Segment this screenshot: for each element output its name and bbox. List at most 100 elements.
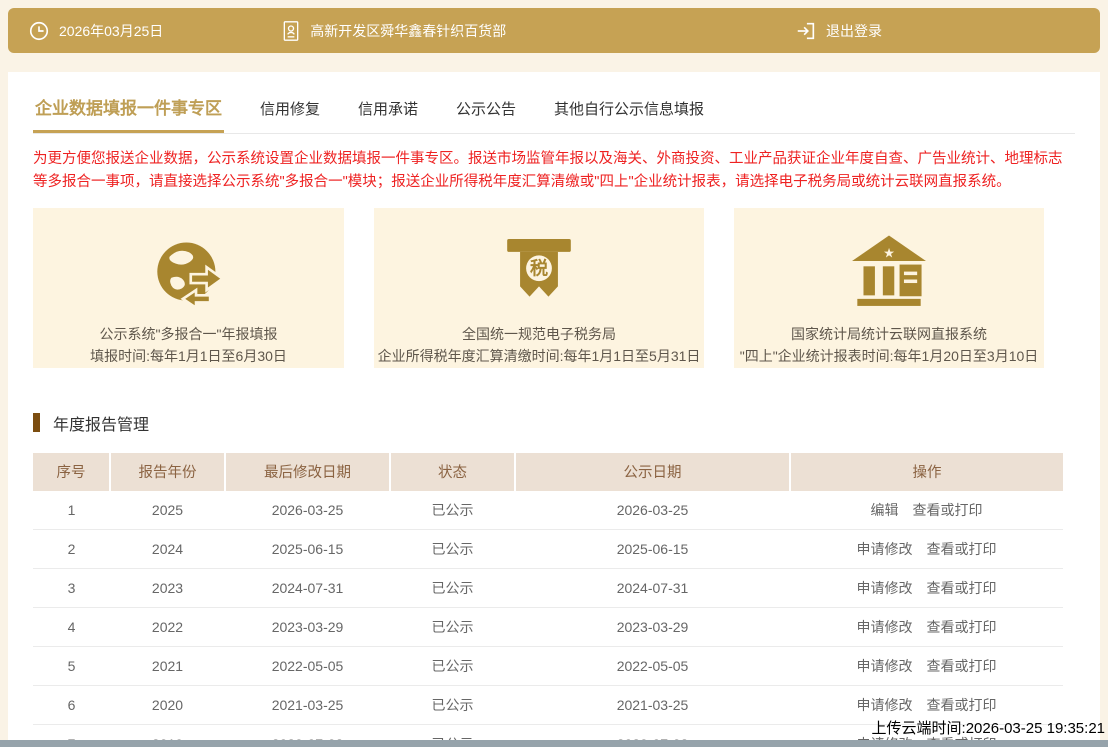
cell-status: 已公示 (390, 724, 515, 740)
card-line1: 全国统一规范电子税务局 (461, 325, 616, 342)
cell-status: 已公示 (390, 568, 515, 609)
cell-publish: 2026-03-25 (515, 490, 790, 531)
card-line1: 公示系统"多报合一"年报填报 (99, 325, 278, 342)
table-row: 4 2022 2023-03-29 已公示 2023-03-29 申请修改 查看或打印 (33, 607, 1063, 648)
action-link[interactable]: 申请修改 (857, 619, 913, 635)
cell-seq: 1 (33, 490, 110, 531)
upload-time-text: 上传云端时间:2026-03-25 19:35:21 (871, 720, 1105, 737)
svg-text:税: 税 (530, 257, 548, 278)
cell-modified: 2024-07-31 (225, 568, 390, 609)
cell-seq: 7 (33, 724, 110, 740)
cell-year: 2022 (110, 607, 225, 648)
action-link[interactable]: 编辑 (871, 502, 899, 518)
tab-0[interactable]: 企业数据填报一件事专区 (33, 94, 224, 133)
action-link[interactable]: 申请修改 (857, 697, 913, 713)
column-header: 公示日期 (514, 452, 790, 491)
cell-modified: 2021-03-25 (225, 685, 390, 726)
action-link[interactable]: 申请修改 (857, 580, 913, 596)
card-text: 公示系统"多报合一"年报填报 填报时间:每年1月1日至6月30日 (90, 324, 287, 367)
cell-actions: 申请修改查看或打印 (790, 607, 1063, 648)
table-row: 3 2023 2024-07-31 已公示 2024-07-31 申请修改 查看或打印 (33, 568, 1063, 609)
cell-publish: 2025-06-15 (515, 529, 790, 570)
top-bar: 2026年03月25日 高新开发区舜华鑫春针织百货部 退出登录 (8, 8, 1100, 53)
cell-modified: 2022-05-05 (225, 646, 390, 687)
notice-text: 为更方便您报送企业数据，公示系统设置企业数据填报一件事专区。报送市场监管年报以及… (33, 151, 1063, 191)
cell-seq: 2 (33, 529, 110, 570)
cell-actions: 编辑 查看或打印 (790, 490, 1063, 531)
card-line2: "四上"企业统计报表时间:每年1月20日至3月10日 (739, 347, 1039, 364)
table-row: 2 2024 2025-06-15 已公示 2025-06-15 申请修改 查看或打印 (33, 529, 1063, 570)
info-cards: 公示系统"多报合一"年报填报 填报时间:每年1月1日至6月30日 税 全国统一规… (33, 207, 1075, 368)
action-link[interactable]: 查看或打印 (927, 580, 997, 596)
card-text: 国家统计局统计云联网直报系统 "四上"企业统计报表时间:每年1月20日至3月10… (740, 324, 1039, 367)
tab-3[interactable]: 公示公告 (454, 98, 518, 133)
card-etax[interactable]: 税 全国统一规范电子税务局 企业所得税年度汇算清缴时间:每年1月1日至5月31日 (374, 207, 704, 368)
company-display: 高新开发区舜华鑫春针织百货部 (281, 20, 506, 42)
card-stats-bureau[interactable]: ★ 国家统计局统计云联网直报系统 "四上"企业统计报表时间:每年1月20日至3月… (734, 207, 1044, 368)
cell-modified: 2023-03-29 (225, 607, 390, 648)
tax-ribbon-icon: 税 (496, 230, 582, 322)
tab-4[interactable]: 其他自行公示信息填报 (552, 98, 706, 133)
column-header: 状态 (389, 452, 515, 491)
cell-seq: 3 (33, 568, 110, 609)
cell-status: 已公示 (390, 607, 515, 648)
cell-modified: 2020-07-02 (225, 724, 390, 740)
bank-building-icon: ★ (845, 230, 933, 322)
logout-label: 退出登录 (826, 22, 882, 39)
main-panel: 企业数据填报一件事专区 信用修复 信用承诺 公示公告 其他自行公示信息填报 为更方便您报… (8, 72, 1100, 740)
cell-status: 已公示 (390, 646, 515, 687)
cell-publish: 2023-03-29 (515, 607, 790, 648)
table-row: 1 2025 2026-03-25 已公示 2026-03-25 编辑 查看或打印 (33, 490, 1063, 531)
cell-status: 已公示 (390, 529, 515, 570)
id-card-icon (281, 20, 301, 42)
current-date: 2026年03月25日 (59, 22, 164, 39)
cell-actions: 申请修改查看或打印 (790, 568, 1063, 609)
cell-year: 2020 (110, 685, 225, 726)
cell-year: 2023 (110, 568, 225, 609)
cell-actions: 申请修改查看或打印 (790, 529, 1063, 570)
cell-year: 2025 (110, 490, 225, 531)
cell-year: 2024 (110, 529, 225, 570)
action-link[interactable]: 查看或打印 (927, 697, 997, 713)
card-line2: 企业所得税年度汇算清缴时间:每年1月1日至5月31日 (377, 347, 701, 364)
globe-sync-icon (145, 230, 233, 322)
tabs: 企业数据填报一件事专区 信用修复 信用承诺 公示公告 其他自行公示信息填报 (33, 72, 1075, 134)
cell-status: 已公示 (390, 685, 515, 726)
card-text: 全国统一规范电子税务局 企业所得税年度汇算清缴时间:每年1月1日至5月31日 (378, 324, 701, 367)
cell-publish: 2020-07-02 (515, 724, 790, 740)
cell-year: 2019 (110, 724, 225, 740)
cell-seq: 4 (33, 607, 110, 648)
annual-report-table: 序号 报告年份 最后修改日期 状态 公示日期 操作 1 2025 2026-03-25 已公示 2… (33, 452, 1063, 740)
action-link[interactable]: 申请修改 (857, 658, 913, 674)
action-link[interactable]: 查看或打印 (927, 541, 997, 557)
clock-icon (28, 20, 50, 42)
section-title: 年度报告管理 (33, 411, 1075, 435)
cell-publish: 2022-05-05 (515, 646, 790, 687)
action-link[interactable]: 申请修改 (857, 541, 913, 557)
cell-year: 2021 (110, 646, 225, 687)
logout-icon (795, 20, 817, 42)
tab-2[interactable]: 信用承诺 (356, 98, 420, 133)
company-name: 高新开发区舜华鑫春针织百货部 (310, 22, 507, 39)
section-marker (33, 413, 40, 433)
svg-text:★: ★ (883, 245, 895, 260)
cell-modified: 2025-06-15 (225, 529, 390, 570)
column-header: 最后修改日期 (224, 452, 390, 491)
cell-status: 已公示 (390, 490, 515, 531)
tab-1[interactable]: 信用修复 (258, 98, 322, 133)
action-link[interactable]: 查看或打印 (927, 619, 997, 635)
card-annual-report[interactable]: 公示系统"多报合一"年报填报 填报时间:每年1月1日至6月30日 (33, 207, 344, 368)
table-header-row: 序号 报告年份 最后修改日期 状态 公示日期 操作 (33, 452, 1063, 491)
section-title-text: 年度报告管理 (53, 416, 150, 434)
date-display: 2026年03月25日 (28, 20, 163, 42)
card-line1: 国家统计局统计云联网直报系统 (790, 325, 987, 342)
cell-modified: 2026-03-25 (225, 490, 390, 531)
cell-publish: 2021-03-25 (515, 685, 790, 726)
logout-button[interactable]: 退出登录 (795, 20, 882, 42)
bottom-strip (0, 740, 1108, 747)
cell-publish: 2024-07-31 (515, 568, 790, 609)
action-link[interactable]: 查看或打印 (927, 658, 997, 674)
table-row: 5 2021 2022-05-05 已公示 2022-05-05 申请修改 查看或打印 (33, 646, 1063, 687)
action-link[interactable]: 查看或打印 (913, 502, 983, 518)
cell-seq: 5 (33, 646, 110, 687)
